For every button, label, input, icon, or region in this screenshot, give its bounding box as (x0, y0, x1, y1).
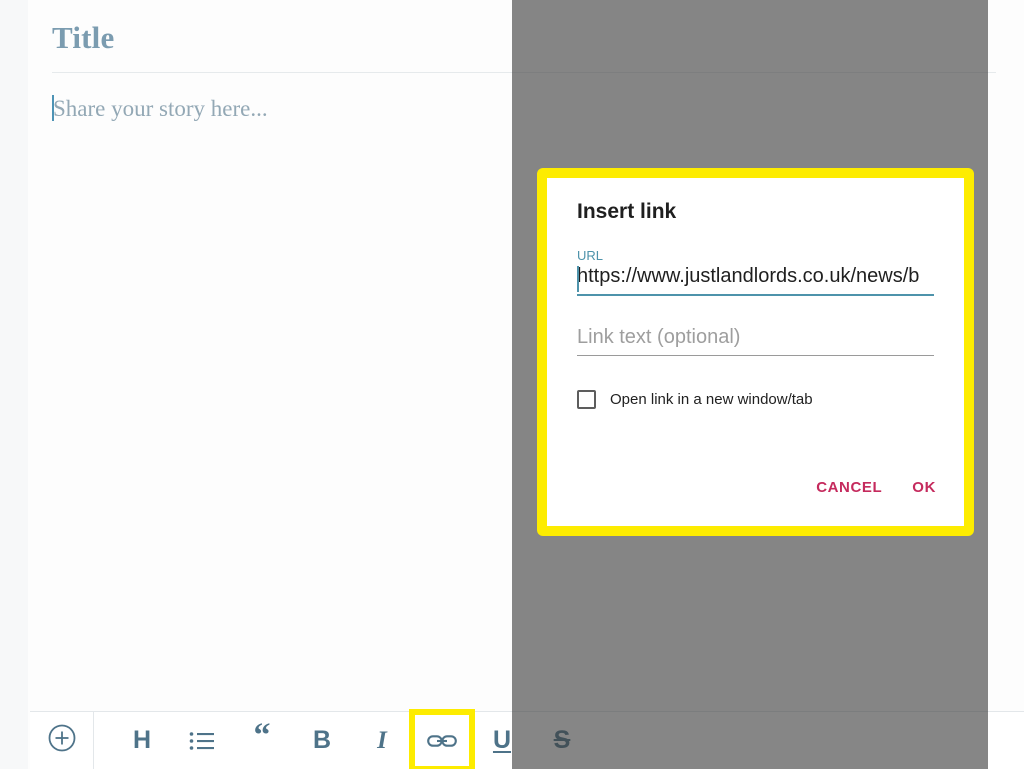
url-input-underline (577, 294, 934, 296)
toolbar-bold-button[interactable]: B (292, 712, 352, 769)
dialog-title: Insert link (577, 200, 677, 223)
blockquote-icon: “ (253, 716, 271, 754)
toolbar-italic-button[interactable]: I (352, 712, 412, 769)
italic-icon: I (377, 726, 387, 754)
add-block-button[interactable] (30, 712, 94, 769)
body-placeholder: Share your story here... (53, 96, 268, 121)
ok-button[interactable]: OK (912, 479, 936, 496)
toolbar-heading-button[interactable]: H (112, 712, 172, 769)
url-input[interactable]: https://www.justlandlords.co.uk/news/b (577, 265, 934, 294)
link-text-input-underline (577, 355, 934, 356)
cancel-button[interactable]: CANCEL (816, 479, 882, 496)
new-window-checkbox[interactable] (577, 390, 596, 409)
bulleted-list-icon (189, 731, 215, 751)
bold-icon: B (312, 726, 332, 754)
link-text-field-group: Link text (optional) (577, 326, 934, 356)
left-gutter (0, 0, 28, 769)
toolbar-link-button[interactable] (409, 709, 475, 769)
url-label: URL (577, 248, 604, 263)
toolbar-list-button[interactable] (172, 712, 232, 769)
new-window-checkbox-row[interactable]: Open link in a new window/tab (577, 390, 934, 409)
insert-link-dialog: Insert link URL https://www.justlandlord… (547, 178, 964, 526)
new-window-checkbox-label: Open link in a new window/tab (610, 391, 813, 408)
link-icon (427, 733, 457, 749)
plus-circle-icon (47, 723, 77, 758)
underline-icon: U (492, 726, 512, 754)
url-field-group: URL https://www.justlandlords.co.uk/news… (577, 248, 934, 296)
dialog-actions: CANCEL OK (816, 479, 936, 496)
heading-icon: H (132, 726, 152, 754)
toolbar-quote-button[interactable]: “ (232, 712, 292, 769)
url-input-caret (577, 266, 579, 292)
link-text-input[interactable]: Link text (optional) (577, 326, 934, 355)
insert-link-dialog-highlight: Insert link URL https://www.justlandlord… (537, 168, 974, 536)
